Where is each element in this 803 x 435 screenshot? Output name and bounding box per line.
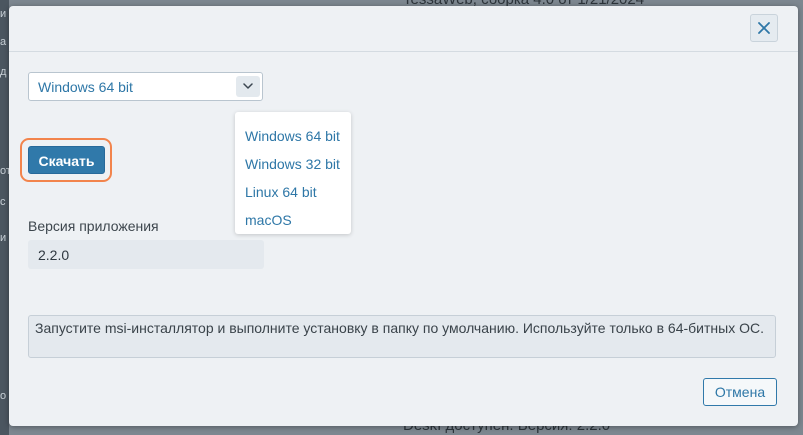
sidebar-fragment: д <box>0 66 7 78</box>
version-value: 2.2.0 <box>38 247 70 263</box>
sidebar-fragment: от <box>0 165 9 177</box>
platform-select-value: Windows 64 bit <box>38 79 133 95</box>
platform-dropdown: Windows 64 bit Windows 32 bit Linux 64 b… <box>235 112 351 234</box>
sidebar-fragment: с <box>0 196 6 208</box>
background-sidebar: и а д от с и о <box>0 0 9 435</box>
platform-option-linux-64[interactable]: Linux 64 bit <box>235 178 351 206</box>
platform-select-toggle[interactable] <box>236 76 260 97</box>
sidebar-fragment: а <box>0 36 7 48</box>
download-dialog: Windows 64 bit Windows 64 bit Windows 32… <box>9 6 798 426</box>
dialog-header <box>9 6 798 52</box>
platform-option-macos[interactable]: macOS <box>235 206 351 234</box>
sidebar-fragment: и <box>0 8 7 20</box>
platform-select[interactable]: Windows 64 bit <box>28 72 263 101</box>
version-label: Версия приложения <box>28 218 159 234</box>
platform-option-windows-32[interactable]: Windows 32 bit <box>235 150 351 178</box>
cancel-button[interactable]: Отмена <box>703 378 777 406</box>
installation-note: Запустите msi-инсталлятор и выполните ус… <box>28 315 776 358</box>
close-icon <box>758 22 770 34</box>
version-field: 2.2.0 <box>28 240 264 269</box>
chevron-down-icon <box>243 83 253 89</box>
close-button[interactable] <box>750 14 778 42</box>
platform-option-windows-64[interactable]: Windows 64 bit <box>235 122 351 150</box>
download-button[interactable]: Скачать <box>28 146 105 174</box>
sidebar-fragment: и <box>0 232 7 244</box>
sidebar-fragment: о <box>0 390 7 402</box>
